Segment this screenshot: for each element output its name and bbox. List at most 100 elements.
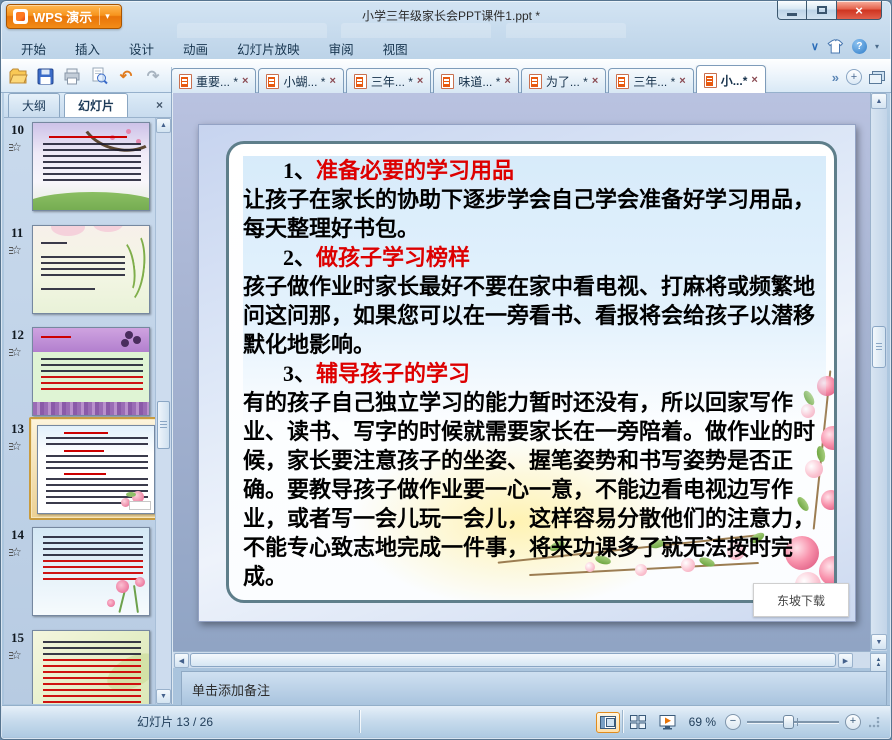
close-icon[interactable]: × (679, 76, 685, 87)
close-icon[interactable]: × (329, 76, 335, 87)
slide-thumbnail-13[interactable] (37, 425, 155, 514)
decor-hill (33, 192, 149, 210)
main-area: 1、准备必要的学习用品 让孩子在家长的协助下逐步学会自己学会准备好学习用品，每天… (173, 93, 887, 706)
collapse-ribbon-icon[interactable]: ∨ (811, 40, 819, 53)
close-icon[interactable]: × (242, 76, 248, 87)
redo-button[interactable]: ↷ (142, 65, 164, 87)
normal-view-button[interactable] (595, 711, 620, 733)
selected-slide-frame[interactable] (29, 417, 165, 520)
minimize-button[interactable] (777, 1, 807, 20)
menu-item-view[interactable]: 视图 (383, 39, 408, 58)
zoom-slider-thumb[interactable] (783, 715, 794, 729)
zoom-out-button[interactable]: − (725, 714, 741, 730)
close-icon[interactable]: × (504, 76, 510, 87)
document-tab[interactable]: 小蝴... * × (258, 68, 344, 94)
ppt-file-icon (528, 74, 542, 89)
animation-star-icon[interactable]: ☆ (9, 439, 22, 453)
document-tab[interactable]: 三年... * × (608, 68, 694, 94)
scroll-up-icon[interactable]: ▲ (871, 93, 887, 109)
menu-item-design[interactable]: 设计 (129, 39, 154, 58)
close-panel-icon[interactable]: × (156, 98, 163, 112)
print-button[interactable] (61, 65, 83, 87)
menu-item-animation[interactable]: 动画 (183, 39, 208, 58)
current-slide[interactable]: 1、准备必要的学习用品 让孩子在家长的协助下逐步学会自己学会准备好学习用品，每天… (198, 124, 856, 622)
slide-thumbnail-12[interactable] (32, 327, 150, 416)
slide-rounded-rectangle[interactable]: 1、准备必要的学习用品 让孩子在家长的协助下逐步学会自己学会准备好学习用品，每天… (226, 141, 837, 603)
animation-star-icon[interactable]: ☆ (9, 140, 22, 154)
close-button[interactable]: × (837, 1, 882, 20)
notes-area[interactable]: 单击添加备注 (181, 671, 887, 706)
thumb-text-lines-red (41, 376, 143, 394)
slide-sorter-view-button[interactable] (626, 712, 650, 733)
thumb-text-lines (41, 358, 143, 374)
vertical-scrollbar-thumb[interactable] (872, 326, 886, 368)
document-tab[interactable]: 为了... * × (520, 68, 607, 94)
wps-app-button[interactable]: WPS 演示 ▾ (6, 4, 122, 29)
notes-placeholder: 单击添加备注 (192, 683, 271, 698)
slideshow-play-button[interactable] (656, 712, 680, 733)
slide-thumbnail-11[interactable] (32, 225, 150, 314)
scroll-tabs-right-icon[interactable]: » (832, 70, 839, 85)
statusbar-right-cluster: 69 % − + (595, 706, 880, 738)
animation-star-icon[interactable]: ☆ (9, 545, 22, 559)
thumb-text-lines (43, 641, 141, 657)
print-preview-button[interactable] (88, 65, 110, 87)
new-tab-button[interactable]: + (846, 69, 862, 85)
zoom-in-button[interactable]: + (845, 714, 861, 730)
ghost-tab (506, 23, 626, 38)
thumb-text-lines-red (43, 683, 141, 703)
slide-thumbnail-10[interactable] (32, 122, 150, 211)
document-tab-label: 味道... * (458, 75, 501, 89)
document-tab[interactable]: 重要... * × (171, 68, 257, 94)
scroll-right-icon[interactable]: ▶ (838, 653, 853, 668)
animation-star-icon[interactable]: ☆ (9, 345, 22, 359)
window-title: 小学三年级家长会PPT课件1.ppt * (361, 9, 541, 23)
menu-item-slideshow[interactable]: 幻灯片放映 (237, 39, 300, 58)
chevron-down-icon[interactable]: ▾ (875, 42, 879, 51)
zoom-slider[interactable] (747, 714, 839, 730)
scroll-left-icon[interactable]: ◀ (174, 653, 189, 668)
tab-outline[interactable]: 大纲 (8, 93, 61, 117)
save-floppy-icon (37, 68, 53, 84)
horizontal-scrollbar-thumb[interactable] (190, 653, 836, 667)
arrange-windows-icon[interactable] (869, 70, 885, 84)
maximize-button[interactable] (807, 1, 837, 20)
horizontal-scrollbar[interactable]: ◀ ▶ (173, 651, 870, 668)
menu-item-review[interactable]: 审阅 (329, 39, 354, 58)
undo-button[interactable]: ↶ (115, 65, 137, 87)
close-icon[interactable]: × (592, 76, 598, 87)
slide-thumbnail-15[interactable] (32, 630, 150, 704)
help-icon[interactable]: ? (851, 39, 867, 54)
panel-scrollbar[interactable]: ▲ ▼ (155, 118, 171, 704)
animation-star-icon[interactable]: ☆ (9, 648, 22, 662)
menu-item-insert[interactable]: 插入 (75, 39, 100, 58)
slide-text-box[interactable]: 1、准备必要的学习用品 让孩子在家长的协助下逐步学会自己学会准备好学习用品，每天… (243, 156, 826, 591)
decor-grape (121, 339, 129, 347)
tab-slides[interactable]: 幻灯片 (64, 93, 129, 117)
slide-thumbnail-14[interactable] (32, 527, 150, 616)
scroll-up-icon[interactable]: ▲ (156, 118, 171, 133)
document-tab-label: 三年... * (633, 75, 676, 89)
ppt-file-icon (353, 74, 367, 89)
scroll-down-icon[interactable]: ▼ (871, 634, 887, 650)
document-tab[interactable]: 三年... * × (345, 68, 432, 94)
open-file-button[interactable] (7, 65, 29, 87)
vertical-scrollbar[interactable]: ▲ ▼ (870, 93, 887, 651)
panel-scrollbar-thumb[interactable] (157, 401, 170, 449)
close-icon[interactable]: × (751, 74, 757, 86)
slide-sorter-icon (629, 715, 646, 729)
previous-slide-button[interactable]: ▲ ▲ (870, 653, 887, 673)
decor-flower (116, 580, 129, 593)
menu-item-home[interactable]: 开始 (21, 39, 46, 58)
document-tab-active[interactable]: 小...* × (695, 65, 766, 94)
close-icon[interactable]: × (417, 76, 423, 87)
scroll-down-icon[interactable]: ▼ (156, 689, 171, 704)
animation-star-icon[interactable]: ☆ (9, 243, 22, 257)
skin-tshirt-icon[interactable] (827, 39, 844, 54)
document-tab[interactable]: 味道... * × (433, 68, 519, 94)
save-button[interactable] (34, 65, 56, 87)
thumb-text-lines (46, 455, 148, 469)
decor-grape (125, 331, 133, 339)
chevron-down-icon[interactable]: ▾ (105, 11, 110, 22)
wps-presentation-window: WPS 演示 ▾ 小学三年级家长会PPT课件1.ppt * × 开始 插入 设计… (0, 0, 892, 740)
